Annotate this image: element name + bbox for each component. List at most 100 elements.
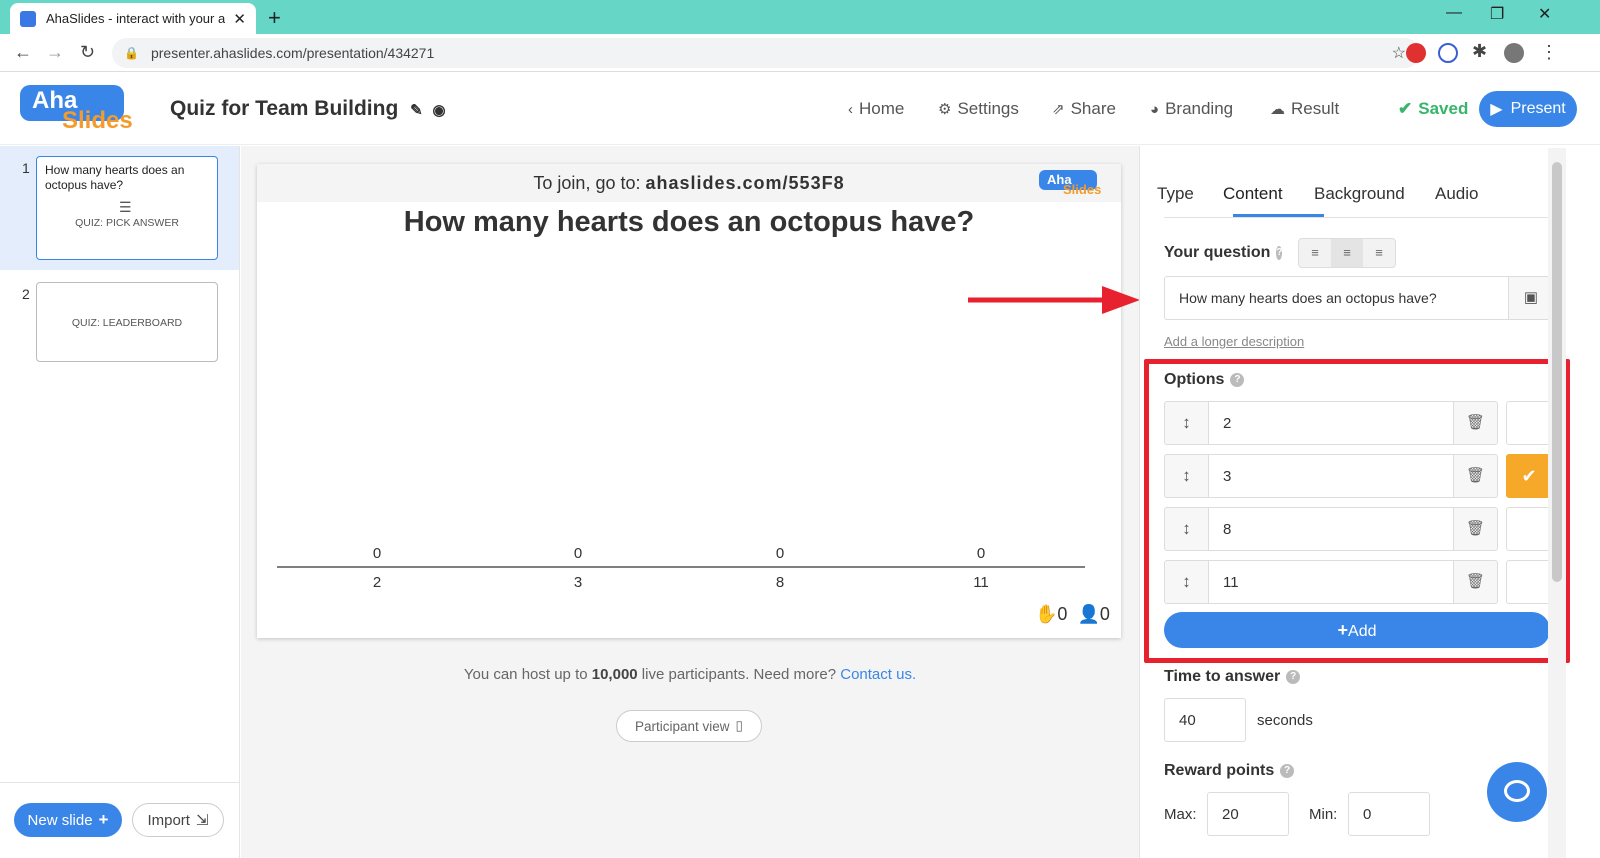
contact-us-link[interactable]: Contact us. xyxy=(840,666,916,683)
option-input[interactable] xyxy=(1208,560,1454,604)
forward-icon[interactable]: → xyxy=(46,42,64,63)
extension-red-icon[interactable] xyxy=(1406,43,1426,63)
present-button[interactable]: ▶ Present xyxy=(1479,91,1577,127)
share-link[interactable]: ⇗ Share xyxy=(1052,99,1116,119)
results-chart: 0 2 0 3 0 8 0 11 xyxy=(277,545,1085,591)
profile-avatar[interactable] xyxy=(1504,43,1524,63)
bar-value-label: 0 xyxy=(574,545,582,562)
reactions-count: 0 xyxy=(1057,604,1068,624)
text-align-group: ≡ ≡ ≡ xyxy=(1298,238,1396,268)
cloud-download-icon: ☁ xyxy=(1270,101,1285,118)
trash-icon[interactable]: 🗑 xyxy=(1454,560,1498,604)
panel-scrollbar[interactable] xyxy=(1548,148,1566,858)
drag-handle-icon[interactable]: ↕ xyxy=(1164,401,1208,445)
add-description-link[interactable]: Add a longer description xyxy=(1164,334,1304,349)
correct-answer-checkbox[interactable] xyxy=(1506,401,1552,445)
help-icon[interactable]: ? xyxy=(1230,373,1245,387)
ahaslides-logo[interactable]: Aha Slides xyxy=(18,85,138,135)
palette-icon: ◕ xyxy=(1150,100,1160,118)
min-label: Min: xyxy=(1309,806,1338,823)
question-input[interactable] xyxy=(1164,276,1508,320)
content-panel: Type Content Background Audio Your quest… xyxy=(1139,146,1600,858)
extensions-puzzle-icon[interactable]: ✱ xyxy=(1472,41,1487,62)
slide-item-2[interactable]: 2 QUIZ: LEADERBOARD xyxy=(0,274,239,374)
correct-answer-checkbox[interactable]: ✔ xyxy=(1506,454,1552,498)
tab-background[interactable]: Background xyxy=(1314,184,1405,204)
option-input[interactable] xyxy=(1208,507,1454,551)
new-slide-button[interactable]: New slide + xyxy=(14,803,122,837)
option-input[interactable] xyxy=(1208,401,1454,445)
preview-eye-icon[interactable]: ◉ xyxy=(433,102,446,119)
drag-handle-icon[interactable]: ↕ xyxy=(1164,507,1208,551)
gear-icon: ⚙ xyxy=(938,101,952,118)
app-header: Aha Slides Quiz for Team Building ✎ ◉ ‹ … xyxy=(0,73,1600,145)
correct-answer-checkbox[interactable] xyxy=(1506,507,1552,551)
align-center-icon[interactable]: ≡ xyxy=(1331,239,1363,267)
slide-preview[interactable]: To join, go to: ahaslides.com/553F8 Aha … xyxy=(257,164,1121,638)
align-left-icon[interactable]: ≡ xyxy=(1299,239,1331,267)
check-circle-icon: ✔ xyxy=(1398,99,1413,118)
slide-thumbnail[interactable]: QUIZ: LEADERBOARD xyxy=(36,282,218,362)
extension-block-icon[interactable] xyxy=(1438,43,1458,63)
time-input[interactable] xyxy=(1164,698,1246,742)
settings-link[interactable]: ⚙ Settings xyxy=(938,99,1019,119)
option-row: ↕ 🗑 xyxy=(1164,507,1554,551)
slide-counters: ✋0 👤0 xyxy=(1035,604,1110,625)
help-icon[interactable]: ? xyxy=(1286,670,1301,684)
option-input[interactable] xyxy=(1208,454,1454,498)
category-label: 11 xyxy=(973,574,989,591)
presentation-title[interactable]: Quiz for Team Building ✎ ◉ xyxy=(170,97,446,121)
phone-icon: ▯ xyxy=(735,718,743,733)
tab-type[interactable]: Type xyxy=(1157,184,1194,204)
tab-audio[interactable]: Audio xyxy=(1435,184,1478,204)
import-label: Import xyxy=(147,811,190,829)
home-link[interactable]: ‹ Home xyxy=(848,99,904,119)
trash-icon[interactable]: 🗑 xyxy=(1454,454,1498,498)
option-row: ↕ 🗑 ✔ xyxy=(1164,454,1554,498)
drag-handle-icon[interactable]: ↕ xyxy=(1164,560,1208,604)
new-tab-icon[interactable]: + xyxy=(268,5,281,31)
browser-tab[interactable]: AhaSlides - interact with your au ✕ xyxy=(10,3,256,34)
help-icon[interactable]: ? xyxy=(1280,764,1295,778)
plus-icon: + xyxy=(98,810,109,829)
align-right-icon[interactable]: ≡ xyxy=(1363,239,1395,267)
slides-sidebar: 1 How many hearts does an octopus have? … xyxy=(0,146,240,858)
slide-thumbnail[interactable]: How many hearts does an octopus have? ☰ … xyxy=(36,156,218,260)
participant-view-button[interactable]: Participant view ▯ xyxy=(616,710,762,742)
slide-type-label: QUIZ: LEADERBOARD xyxy=(71,317,183,329)
minimize-icon[interactable]: — xyxy=(1446,4,1462,22)
result-link[interactable]: ☁ Result xyxy=(1270,99,1339,119)
your-question-text: Your question xyxy=(1164,244,1271,261)
branding-link[interactable]: ◕ Branding xyxy=(1150,99,1233,119)
slide-item-1[interactable]: 1 How many hearts does an octopus have? … xyxy=(0,146,239,270)
sidebar-footer: New slide + Import ⇲ xyxy=(0,782,239,858)
max-points-input[interactable] xyxy=(1207,792,1289,836)
correct-answer-checkbox[interactable] xyxy=(1506,560,1552,604)
drag-handle-icon[interactable]: ↕ xyxy=(1164,454,1208,498)
present-label: Present xyxy=(1510,100,1566,117)
import-button[interactable]: Import ⇲ xyxy=(132,803,224,837)
back-icon[interactable]: ← xyxy=(14,42,32,63)
tab-content[interactable]: Content xyxy=(1223,184,1283,204)
scrollbar-thumb[interactable] xyxy=(1552,162,1562,582)
url-field[interactable]: 🔒 presenter.ahaslides.com/presentation/4… xyxy=(112,38,1420,68)
min-points-input[interactable] xyxy=(1348,792,1430,836)
add-option-button[interactable]: +Add xyxy=(1164,612,1550,648)
reload-icon[interactable]: ↻ xyxy=(80,42,95,63)
list-check-icon: ☰ xyxy=(119,199,132,215)
mini-logo-slides: Slides xyxy=(1063,182,1102,197)
close-tab-icon[interactable]: ✕ xyxy=(233,10,246,28)
slide-canvas-area: To join, go to: ahaslides.com/553F8 Aha … xyxy=(241,146,1139,858)
window-close-icon[interactable]: ✕ xyxy=(1538,4,1551,24)
active-tab-indicator xyxy=(1233,214,1324,217)
trash-icon[interactable]: 🗑 xyxy=(1454,507,1498,551)
edit-pencil-icon[interactable]: ✎ xyxy=(410,102,423,119)
bookmark-star-icon[interactable]: ☆ xyxy=(1392,43,1406,63)
browser-menu-icon[interactable]: ⋮ xyxy=(1540,42,1558,63)
restore-icon[interactable]: ❐ xyxy=(1490,4,1504,24)
trash-icon[interactable]: 🗑 xyxy=(1454,401,1498,445)
chat-support-button[interactable] xyxy=(1487,762,1547,822)
lock-icon: 🔒 xyxy=(124,46,139,60)
help-icon[interactable]: ? xyxy=(1276,246,1283,260)
host-note-pre: You can host up to xyxy=(463,666,592,683)
